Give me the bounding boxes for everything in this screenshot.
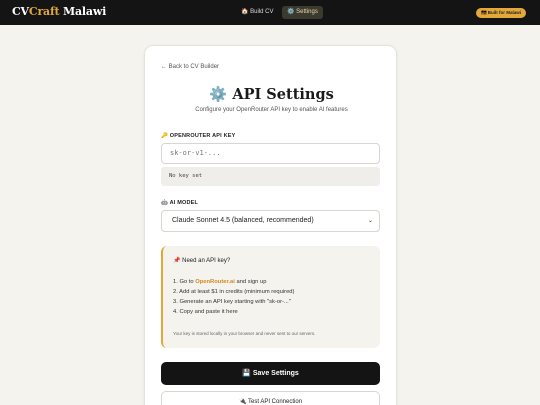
settings-card: ← Back to CV Builder ⚙️ API Settings Con… — [144, 45, 397, 405]
help-step-4: 4. Copy and paste it here — [173, 309, 238, 315]
app-logo[interactable]: CVCraft Malawi — [12, 5, 106, 18]
ai-model-label: 🤖 AI MODEL — [161, 200, 199, 206]
api-key-label: 🔑 OPENROUTER API KEY — [161, 133, 236, 139]
help-step-2: 2. Add at least $1 in credits (minimum r… — [173, 289, 295, 295]
help-step-1: 1. Go to OpenRouter.ai and sign up — [173, 279, 267, 285]
built-for-malawi-badge[interactable]: 🇲🇼 Built for Malawi — [476, 8, 526, 18]
logo-cv: CV — [12, 5, 29, 18]
nav-build-cv-label: Build CV — [250, 9, 274, 15]
back-to-builder-link[interactable]: ← Back to CV Builder — [161, 64, 219, 70]
save-settings-button[interactable]: 💾 Save Settings — [161, 362, 380, 385]
nav-build-cv[interactable]: 🏠 Build CV — [236, 6, 279, 19]
nav-settings-label: Settings — [296, 9, 318, 15]
help-step-3: 3. Generate an API key starting with "sk… — [173, 299, 291, 305]
openrouter-link[interactable]: OpenRouter.ai — [195, 279, 235, 285]
chevron-down-icon: ⌄ — [367, 218, 373, 224]
help-heading: 📌 Need an API key? — [173, 258, 231, 264]
ai-model-select[interactable]: Claude Sonnet 4.5 (balanced, recommended… — [161, 210, 380, 232]
gear-icon: ⚙️ — [287, 9, 295, 15]
home-icon: 🏠 — [241, 9, 249, 15]
page-title: ⚙️ API Settings — [209, 86, 334, 103]
api-key-help-box: 📌 Need an API key? 1. Go to OpenRouter.a… — [161, 246, 380, 348]
page-subtitle: Configure your OpenRouter API key to ena… — [195, 107, 348, 113]
ai-model-selected-value: Claude Sonnet 4.5 (balanced, recommended… — [172, 217, 314, 224]
test-api-connection-button[interactable]: 🔌 Test API Connection — [161, 391, 380, 405]
top-navbar: CVCraft Malawi 🏠 Build CV ⚙️ Settings 🇲🇼… — [0, 0, 540, 25]
privacy-note: Your key is stored locally in your brows… — [173, 331, 316, 336]
api-key-status: No key set — [161, 167, 380, 186]
logo-craft: Craft — [28, 5, 60, 18]
logo-country: Malawi — [59, 5, 107, 18]
nav-settings[interactable]: ⚙️ Settings — [282, 6, 323, 19]
api-key-input[interactable]: sk-or-v1-... — [161, 143, 380, 164]
